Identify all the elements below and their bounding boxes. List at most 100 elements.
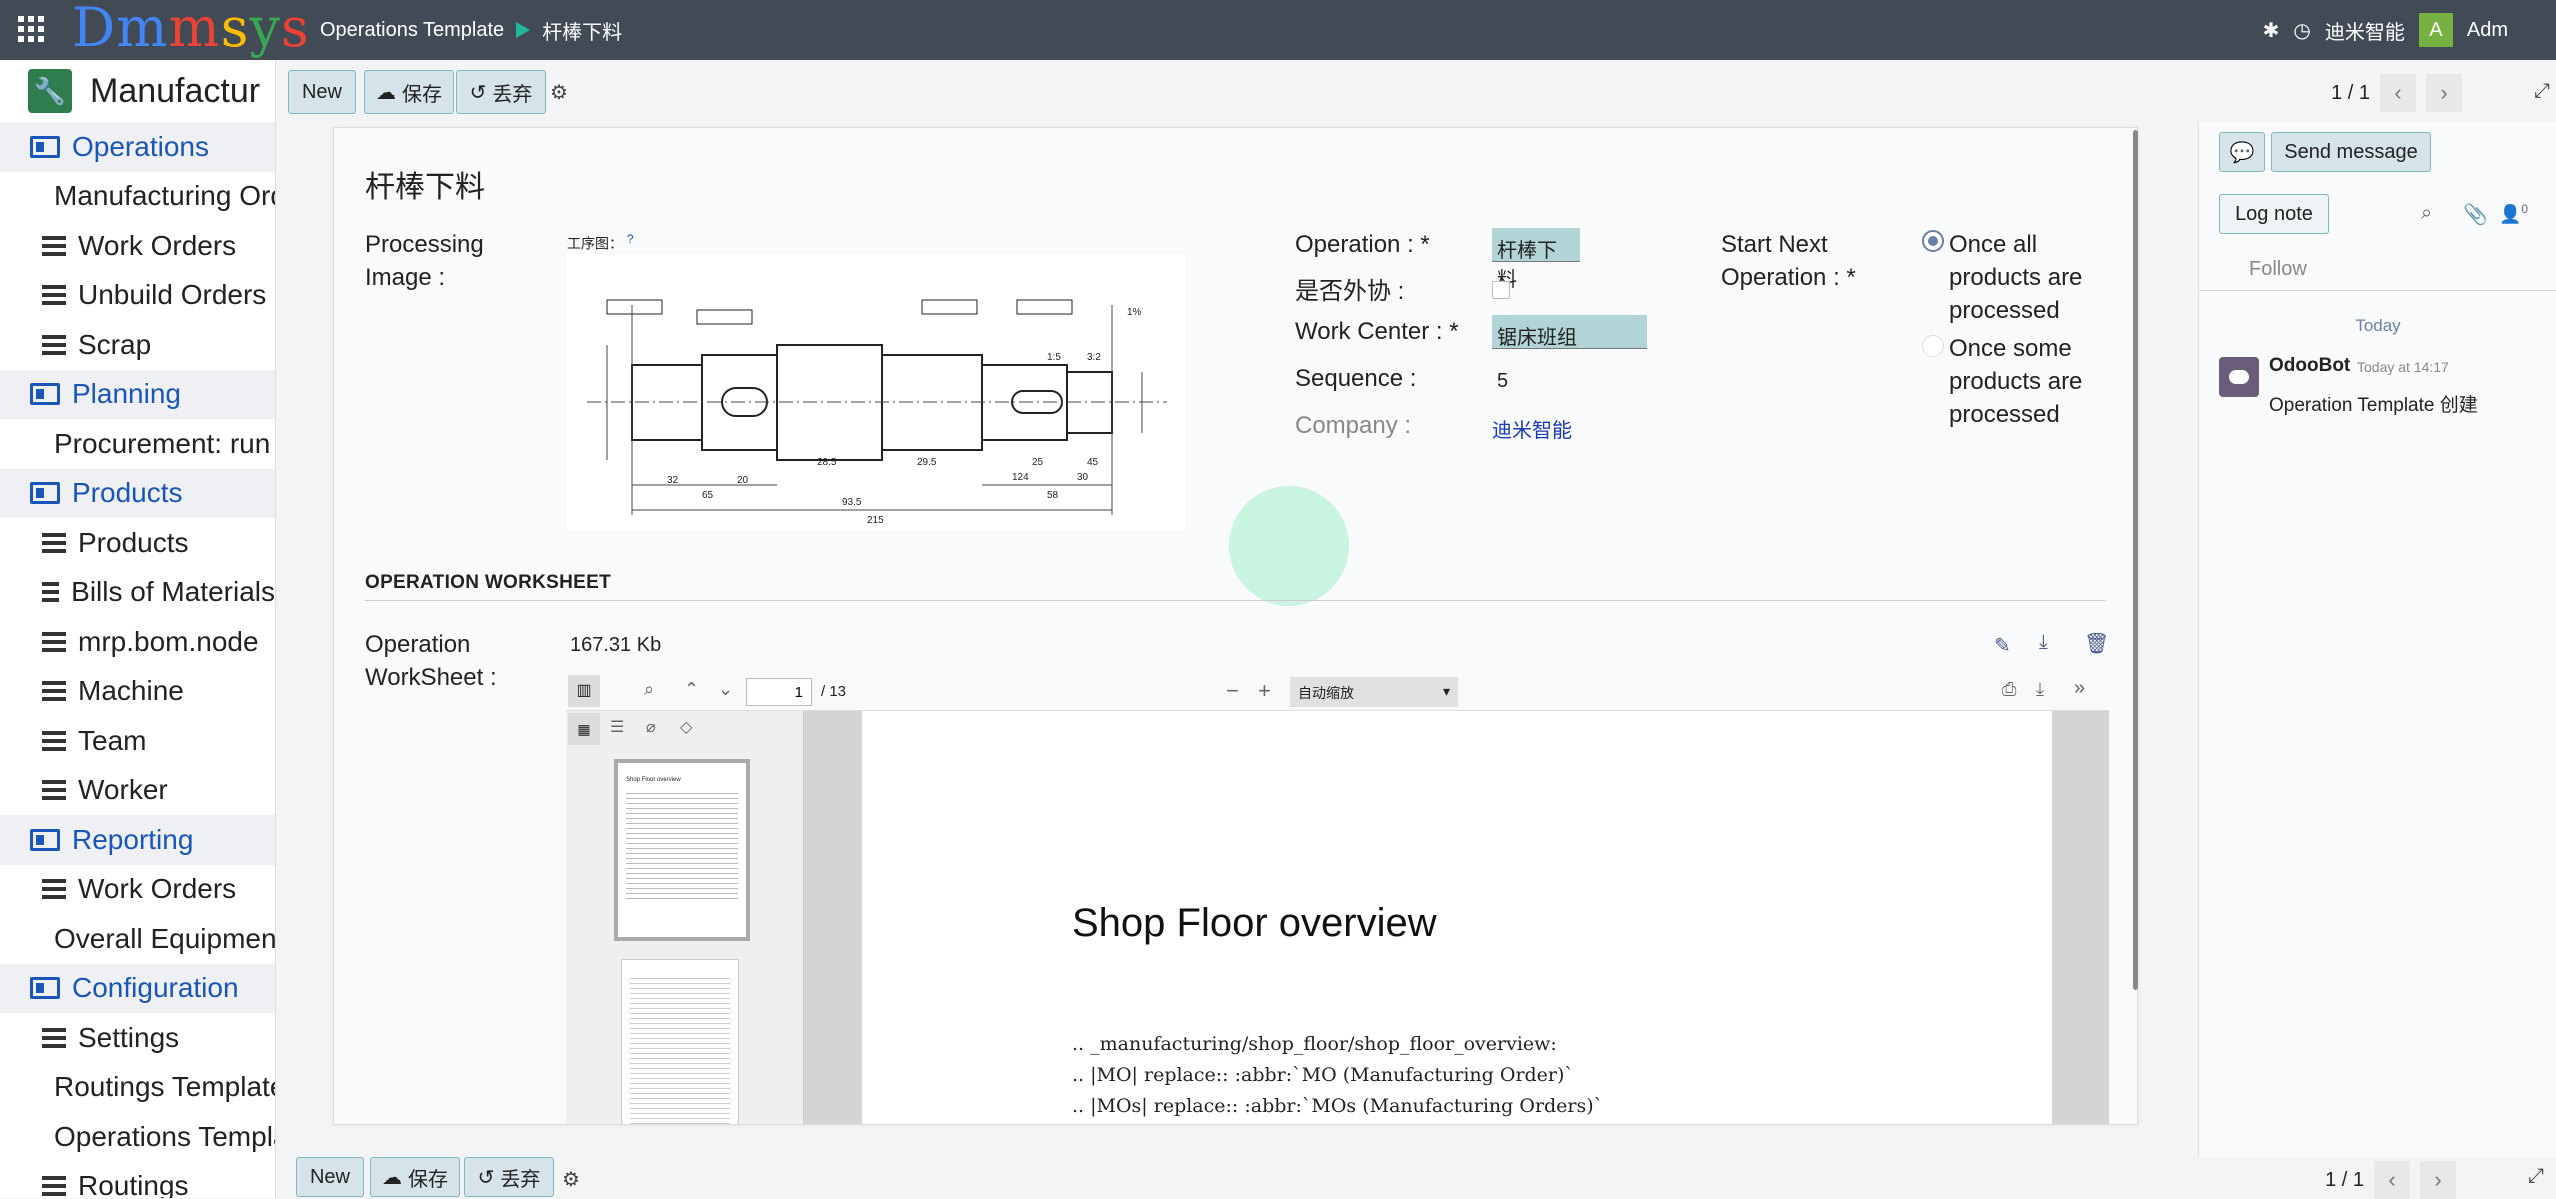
help-icon[interactable]: ? (627, 232, 634, 246)
save-label: 保存 (408, 1168, 448, 1191)
list-icon (42, 879, 66, 900)
pdf-page: Shop Floor overview .. _manufacturing/sh… (862, 711, 2052, 1124)
form-scrollbar[interactable] (2133, 130, 2138, 990)
chevron-up-icon[interactable]: ⌃ (684, 679, 699, 700)
follow-button[interactable]: Follow (2249, 258, 2307, 281)
sidebar-section-products[interactable]: Products (0, 468, 275, 518)
print-icon[interactable]: ⎙ (2002, 679, 2016, 700)
sequence-field[interactable]: 5 (1497, 370, 1508, 393)
caret-down-icon: ▾ (1442, 683, 1450, 699)
breadcrumb-parent[interactable]: Operations Template (320, 19, 504, 42)
trash-icon[interactable]: 🗑 (2084, 631, 2109, 656)
dimension-label: 58 (1047, 490, 1059, 501)
chevron-down-icon[interactable]: ⌄ (718, 679, 733, 700)
sidebar-item-routings-templates[interactable]: Routings Templates (0, 1063, 275, 1113)
chevron-left-icon[interactable]: ‹ (2380, 74, 2416, 112)
processing-image[interactable]: 93.5 124 215 32 20 65 58 25 29.5 28.5 45… (567, 255, 1185, 530)
search-icon[interactable]: ⌕ (2421, 202, 2432, 225)
save-file-icon[interactable]: ⤓ (2036, 679, 2044, 700)
sidebar-section-reporting[interactable]: Reporting (0, 815, 275, 865)
sidebar-item-machine[interactable]: Machine (0, 667, 275, 717)
sidebar-item-unbuild-orders[interactable]: Unbuild Orders (0, 271, 275, 321)
outline-view-icon[interactable]: ☰ (610, 717, 624, 737)
sidebar-item-worker[interactable]: Worker (0, 766, 275, 816)
bottom-control-panel: New ☁ 保存 ↺ 丢弃 ⚙ 1 / 1 ‹ › ⤢ (286, 1157, 2556, 1199)
zoom-in-icon[interactable]: + (1258, 678, 1271, 704)
brand-logo[interactable]: Dmmsys (72, 0, 310, 58)
gear-icon[interactable]: ⚙ (550, 80, 568, 105)
sidebar-item-report-work-orders[interactable]: Work Orders (0, 865, 275, 915)
sidebar-toggle-icon[interactable]: ▥ (568, 675, 600, 707)
new-button[interactable]: New (288, 70, 356, 114)
chat-bubble-icon[interactable]: 💬 (2219, 132, 2265, 172)
debug-bug-icon[interactable]: ✱ (2263, 18, 2280, 43)
zoom-select[interactable]: 自动缩放 ▾ (1290, 677, 1458, 707)
company-switcher[interactable]: 迪米智能 (2325, 16, 2405, 45)
sidebar-item-bom-node[interactable]: mrp.bom.node (0, 617, 275, 667)
sidebar-section-operations[interactable]: Operations (0, 122, 275, 172)
radio-once-all[interactable] (1922, 230, 1944, 252)
work-center-field[interactable]: 锯床班组 (1492, 315, 1647, 349)
thumbnails-view-icon[interactable]: ▦ (568, 713, 600, 745)
gear-icon[interactable]: ⚙ (562, 1167, 580, 1192)
expand-icon[interactable]: ⤢ (2528, 1165, 2544, 1188)
sidebar-item-label: Scrap (78, 328, 152, 360)
sidebar-item-routings[interactable]: Routings (0, 1162, 275, 1198)
pager-value[interactable]: 1 / 1 (2331, 82, 2370, 105)
chevron-right-icon[interactable]: › (2420, 1161, 2456, 1199)
dimension-label: 215 (867, 515, 884, 526)
save-label: 保存 (402, 83, 442, 106)
discard-button[interactable]: ↺ 丢弃 (456, 70, 546, 114)
odoobot-avatar[interactable] (2219, 357, 2259, 397)
log-note-button[interactable]: Log note (2219, 194, 2329, 234)
sidebar-item-work-orders[interactable]: Work Orders (0, 221, 275, 271)
send-message-button[interactable]: Send message (2271, 132, 2431, 172)
company-link[interactable]: 迪米智能 (1492, 414, 1572, 443)
sidebar-app-title: Manufactur (90, 71, 261, 110)
sidebar-section-planning[interactable]: Planning (0, 369, 275, 419)
page-number-input[interactable] (746, 678, 812, 706)
chevron-left-icon[interactable]: ‹ (2374, 1161, 2410, 1199)
double-chevron-right-icon[interactable]: » (2074, 677, 2085, 700)
pager-value[interactable]: 1 / 1 (2325, 1169, 2364, 1192)
user-avatar[interactable]: A (2418, 13, 2453, 47)
sidebar-item-procurement[interactable]: Procurement: run scheduler (0, 419, 275, 469)
download-icon[interactable]: ⤓ (2039, 631, 2048, 654)
new-button-bottom[interactable]: New (296, 1157, 364, 1197)
sidebar-item-products[interactable]: Products (0, 518, 275, 568)
discard-button-bottom[interactable]: ↺ 丢弃 (464, 1157, 554, 1197)
followers-icon[interactable]: 👤0 (2499, 202, 2528, 225)
radio-once-some[interactable] (1922, 335, 1944, 357)
sidebar-item-label: Routings (78, 1170, 189, 1198)
work-center-label: Work Center : * (1295, 318, 1459, 345)
dimension-label: 65 (702, 490, 714, 501)
layers-icon[interactable]: ◇ (680, 717, 692, 737)
sidebar-section-configuration[interactable]: Configuration (0, 963, 275, 1013)
user-name[interactable]: Adm (2467, 19, 2508, 42)
paperclip-icon[interactable]: 📎 (2463, 202, 2488, 227)
sidebar-item-settings[interactable]: Settings (0, 1013, 275, 1063)
pdf-thumbnail-1[interactable]: Shop Floor overview (614, 759, 750, 941)
search-icon[interactable]: ⌕ (644, 679, 654, 700)
save-button-bottom[interactable]: ☁ 保存 (370, 1157, 460, 1197)
sidebar-item-scrap[interactable]: Scrap (0, 320, 275, 370)
sidebar-item-operations-templates[interactable]: Operations Templates (0, 1112, 275, 1162)
sidebar-item-oee[interactable]: Overall Equipment Effectiveness (0, 914, 275, 964)
operation-field[interactable]: 杆棒下料 (1492, 228, 1580, 291)
save-button[interactable]: ☁ 保存 (364, 70, 454, 114)
expand-icon[interactable]: ⤢ (2534, 80, 2550, 103)
apps-menu-icon[interactable] (18, 16, 44, 42)
sidebar-item-bom[interactable]: Bills of Materials (0, 568, 275, 618)
activity-clock-icon[interactable]: ◷ (2293, 18, 2310, 43)
pdf-thumbnail-2[interactable] (621, 959, 739, 1124)
sidebar-item-manufacturing-orders[interactable]: Manufacturing Orders (0, 172, 275, 222)
outsource-label: 是否外协 : (1295, 278, 1405, 305)
chevron-right-icon[interactable]: › (2426, 74, 2462, 112)
sidebar-item-team[interactable]: Team (0, 716, 275, 766)
sidebar-item-label: Overall Equipment Effectiveness (54, 922, 276, 954)
attachments-icon[interactable]: ⌀ (646, 717, 656, 737)
zoom-out-icon[interactable]: − (1226, 678, 1239, 704)
outsource-checkbox[interactable] (1492, 281, 1510, 299)
message-author[interactable]: OdooBot (2269, 355, 2350, 377)
edit-pencil-icon[interactable]: ✎ (1994, 633, 2011, 658)
